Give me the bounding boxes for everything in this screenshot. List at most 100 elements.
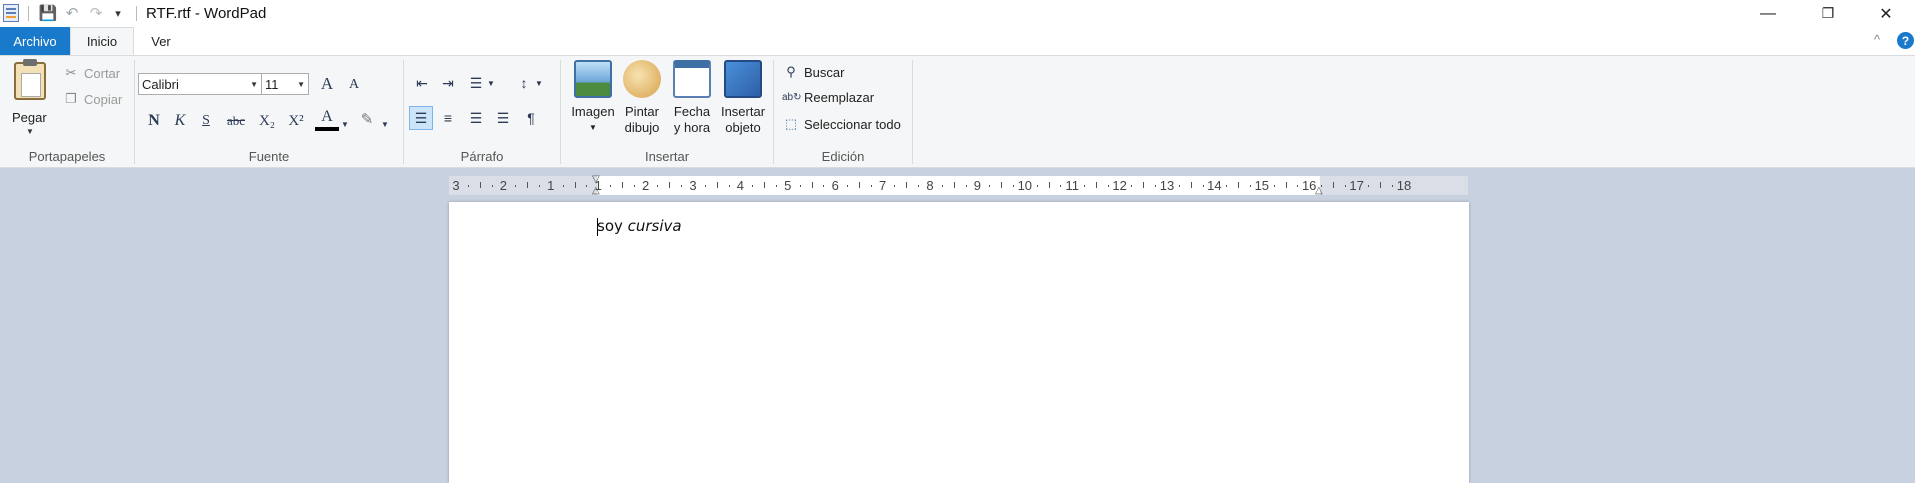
document-page[interactable]: soy cursiva <box>449 202 1469 483</box>
scissors-icon: ✂ <box>65 65 77 80</box>
tab-view[interactable]: Ver <box>136 27 186 55</box>
ruler-dot <box>1084 185 1086 187</box>
help-icon[interactable]: ? <box>1897 32 1914 49</box>
ruler-minor-tick <box>764 182 766 188</box>
tab-file[interactable]: Archivo <box>0 27 70 55</box>
text-color-button[interactable]: A <box>315 107 339 131</box>
bold-button[interactable]: N <box>142 109 166 133</box>
chevron-down-icon[interactable]: ▼ <box>486 71 496 95</box>
cut-label: Cortar <box>84 65 121 81</box>
justify-button[interactable]: ☰ <box>491 106 515 130</box>
ruler-minor-tick <box>1238 182 1240 188</box>
ruler-dot <box>610 185 612 187</box>
insert-object-button[interactable]: Insertar objeto <box>717 60 769 136</box>
highlight-button[interactable]: ✎ <box>355 107 379 131</box>
ruler-minor-tick <box>1048 182 1050 188</box>
paragraph-settings-button[interactable]: ¶ <box>519 106 543 130</box>
font-group-label: Fuente <box>248 149 290 164</box>
tab-home[interactable]: Inicio <box>70 27 134 55</box>
ruler-tick-label: 2 <box>499 178 507 193</box>
ruler-minor-tick <box>906 182 908 188</box>
binoculars-icon: ⚲ <box>786 64 796 79</box>
restore-button[interactable]: ❐ <box>1799 0 1857 27</box>
cut-button[interactable]: ✂ Cortar <box>62 65 121 81</box>
chevron-down-icon[interactable]: ▼ <box>340 112 350 136</box>
select-all-button[interactable]: ⬚ Seleccionar todo <box>782 116 901 132</box>
ruler-dot <box>657 185 659 187</box>
paste-label: Pegar <box>12 110 47 125</box>
shrink-font-button[interactable]: A <box>342 73 366 97</box>
align-center-button[interactable]: ≡ <box>436 106 460 130</box>
increase-indent-button[interactable]: ⇥ <box>436 71 460 95</box>
ruler-minor-tick <box>1380 182 1382 188</box>
font-group: Calibri ▼ 11 ▼ A A N K S abc X₂ X² A ▼ ✎… <box>135 56 403 168</box>
wordpad-icon[interactable] <box>3 4 19 22</box>
title-bar: 💾 ↶ ↷ ▾ RTF.rtf - WordPad — ❐ ✕ <box>0 0 1915 27</box>
font-size-select[interactable]: 11 ▼ <box>261 73 309 95</box>
ruler-minor-tick <box>527 182 529 188</box>
ruler-minor-tick <box>858 182 860 188</box>
replace-button[interactable]: ab↻ Reemplazar <box>782 90 874 105</box>
ruler-tick-label: 7 <box>878 178 887 193</box>
paint-drawing-button[interactable]: Pintar dibujo <box>619 60 665 136</box>
align-right-button[interactable]: ☰ <box>464 106 488 130</box>
bullets-button[interactable]: ☰ <box>464 71 488 95</box>
ruler-dot <box>538 185 540 187</box>
copy-button[interactable]: ❐ Copiar <box>62 91 122 107</box>
collapse-ribbon-icon[interactable]: ^ <box>1874 32 1880 47</box>
ruler-minor-tick <box>1285 182 1287 188</box>
ruler-minor-tick <box>669 182 671 188</box>
italic-button[interactable]: K <box>168 109 192 133</box>
ruler-tick-label: 17 <box>1349 178 1364 193</box>
undo-icon[interactable]: ↶ <box>62 3 82 23</box>
grow-font-button[interactable]: A <box>315 72 339 96</box>
ruler-dot <box>989 185 991 187</box>
line-spacing-button[interactable]: ↕ <box>512 71 536 95</box>
chevron-down-icon: ▼ <box>250 80 258 89</box>
ruler-dot <box>562 185 564 187</box>
clipboard-group-label: Portapapeles <box>28 149 106 164</box>
ruler-dot <box>1321 185 1323 187</box>
ruler-tick-label: 2 <box>641 178 650 193</box>
customize-qat-icon[interactable]: ▾ <box>112 3 124 23</box>
find-button[interactable]: ⚲ Buscar <box>782 64 844 80</box>
close-button[interactable]: ✕ <box>1857 0 1915 27</box>
ribbon: Pegar ▼ ✂ Cortar ❐ Copiar Portapapeles C… <box>0 55 1915 168</box>
chevron-down-icon[interactable]: ▼ <box>380 112 390 136</box>
ruler-dot <box>515 185 517 187</box>
font-family-value: Calibri <box>142 76 179 92</box>
font-family-select[interactable]: Calibri ▼ <box>138 73 262 95</box>
image-button[interactable]: Imagen ▼ <box>569 60 617 136</box>
ruler-dot <box>491 185 493 187</box>
ruler-dot <box>1131 185 1133 187</box>
date-time-button[interactable]: Fecha y hora <box>669 60 715 136</box>
chevron-down-icon[interactable]: ▼ <box>534 71 544 95</box>
italic-text: cursiva <box>627 217 682 235</box>
minimize-button[interactable]: — <box>1739 0 1797 27</box>
ruler-tick-label: 12 <box>1112 178 1127 193</box>
strikethrough-button[interactable]: abc <box>222 109 250 133</box>
ruler-minor-tick <box>621 182 623 188</box>
subscript-button[interactable]: X₂ <box>254 109 280 133</box>
object-label-line2: objeto <box>725 120 761 135</box>
ruler[interactable]: ▽ △ △ 3 2 1 1 2 3 4 5 6 7 8 9 10 11 12 13 14 15 16 17 18 <box>449 174 1468 196</box>
ruler-tick-label: 10 <box>1017 178 1033 193</box>
superscript-button[interactable]: X² <box>283 109 309 133</box>
align-left-button[interactable]: ☰ <box>409 106 433 130</box>
qat-divider <box>28 6 29 21</box>
ruler-dot <box>1036 185 1038 187</box>
ruler-tick-label: 6 <box>831 178 839 193</box>
replace-icon: ab↻ <box>782 92 802 103</box>
ruler-dot <box>1273 185 1275 187</box>
insert-group: Imagen ▼ Pintar dibujo Fecha y hora Inse… <box>561 56 773 168</box>
calendar-icon <box>673 60 711 98</box>
ruler-tick-label: 4 <box>736 178 744 193</box>
save-icon[interactable]: 💾 <box>38 3 58 23</box>
underline-button[interactable]: S <box>194 109 218 133</box>
chevron-down-icon: ▼ <box>297 80 305 89</box>
ruler-dot <box>918 185 920 187</box>
document-line[interactable]: soy cursiva <box>597 217 682 235</box>
decrease-indent-button[interactable]: ⇤ <box>410 71 434 95</box>
ruler-minor-tick <box>479 182 481 188</box>
redo-icon[interactable]: ↷ <box>86 3 106 23</box>
